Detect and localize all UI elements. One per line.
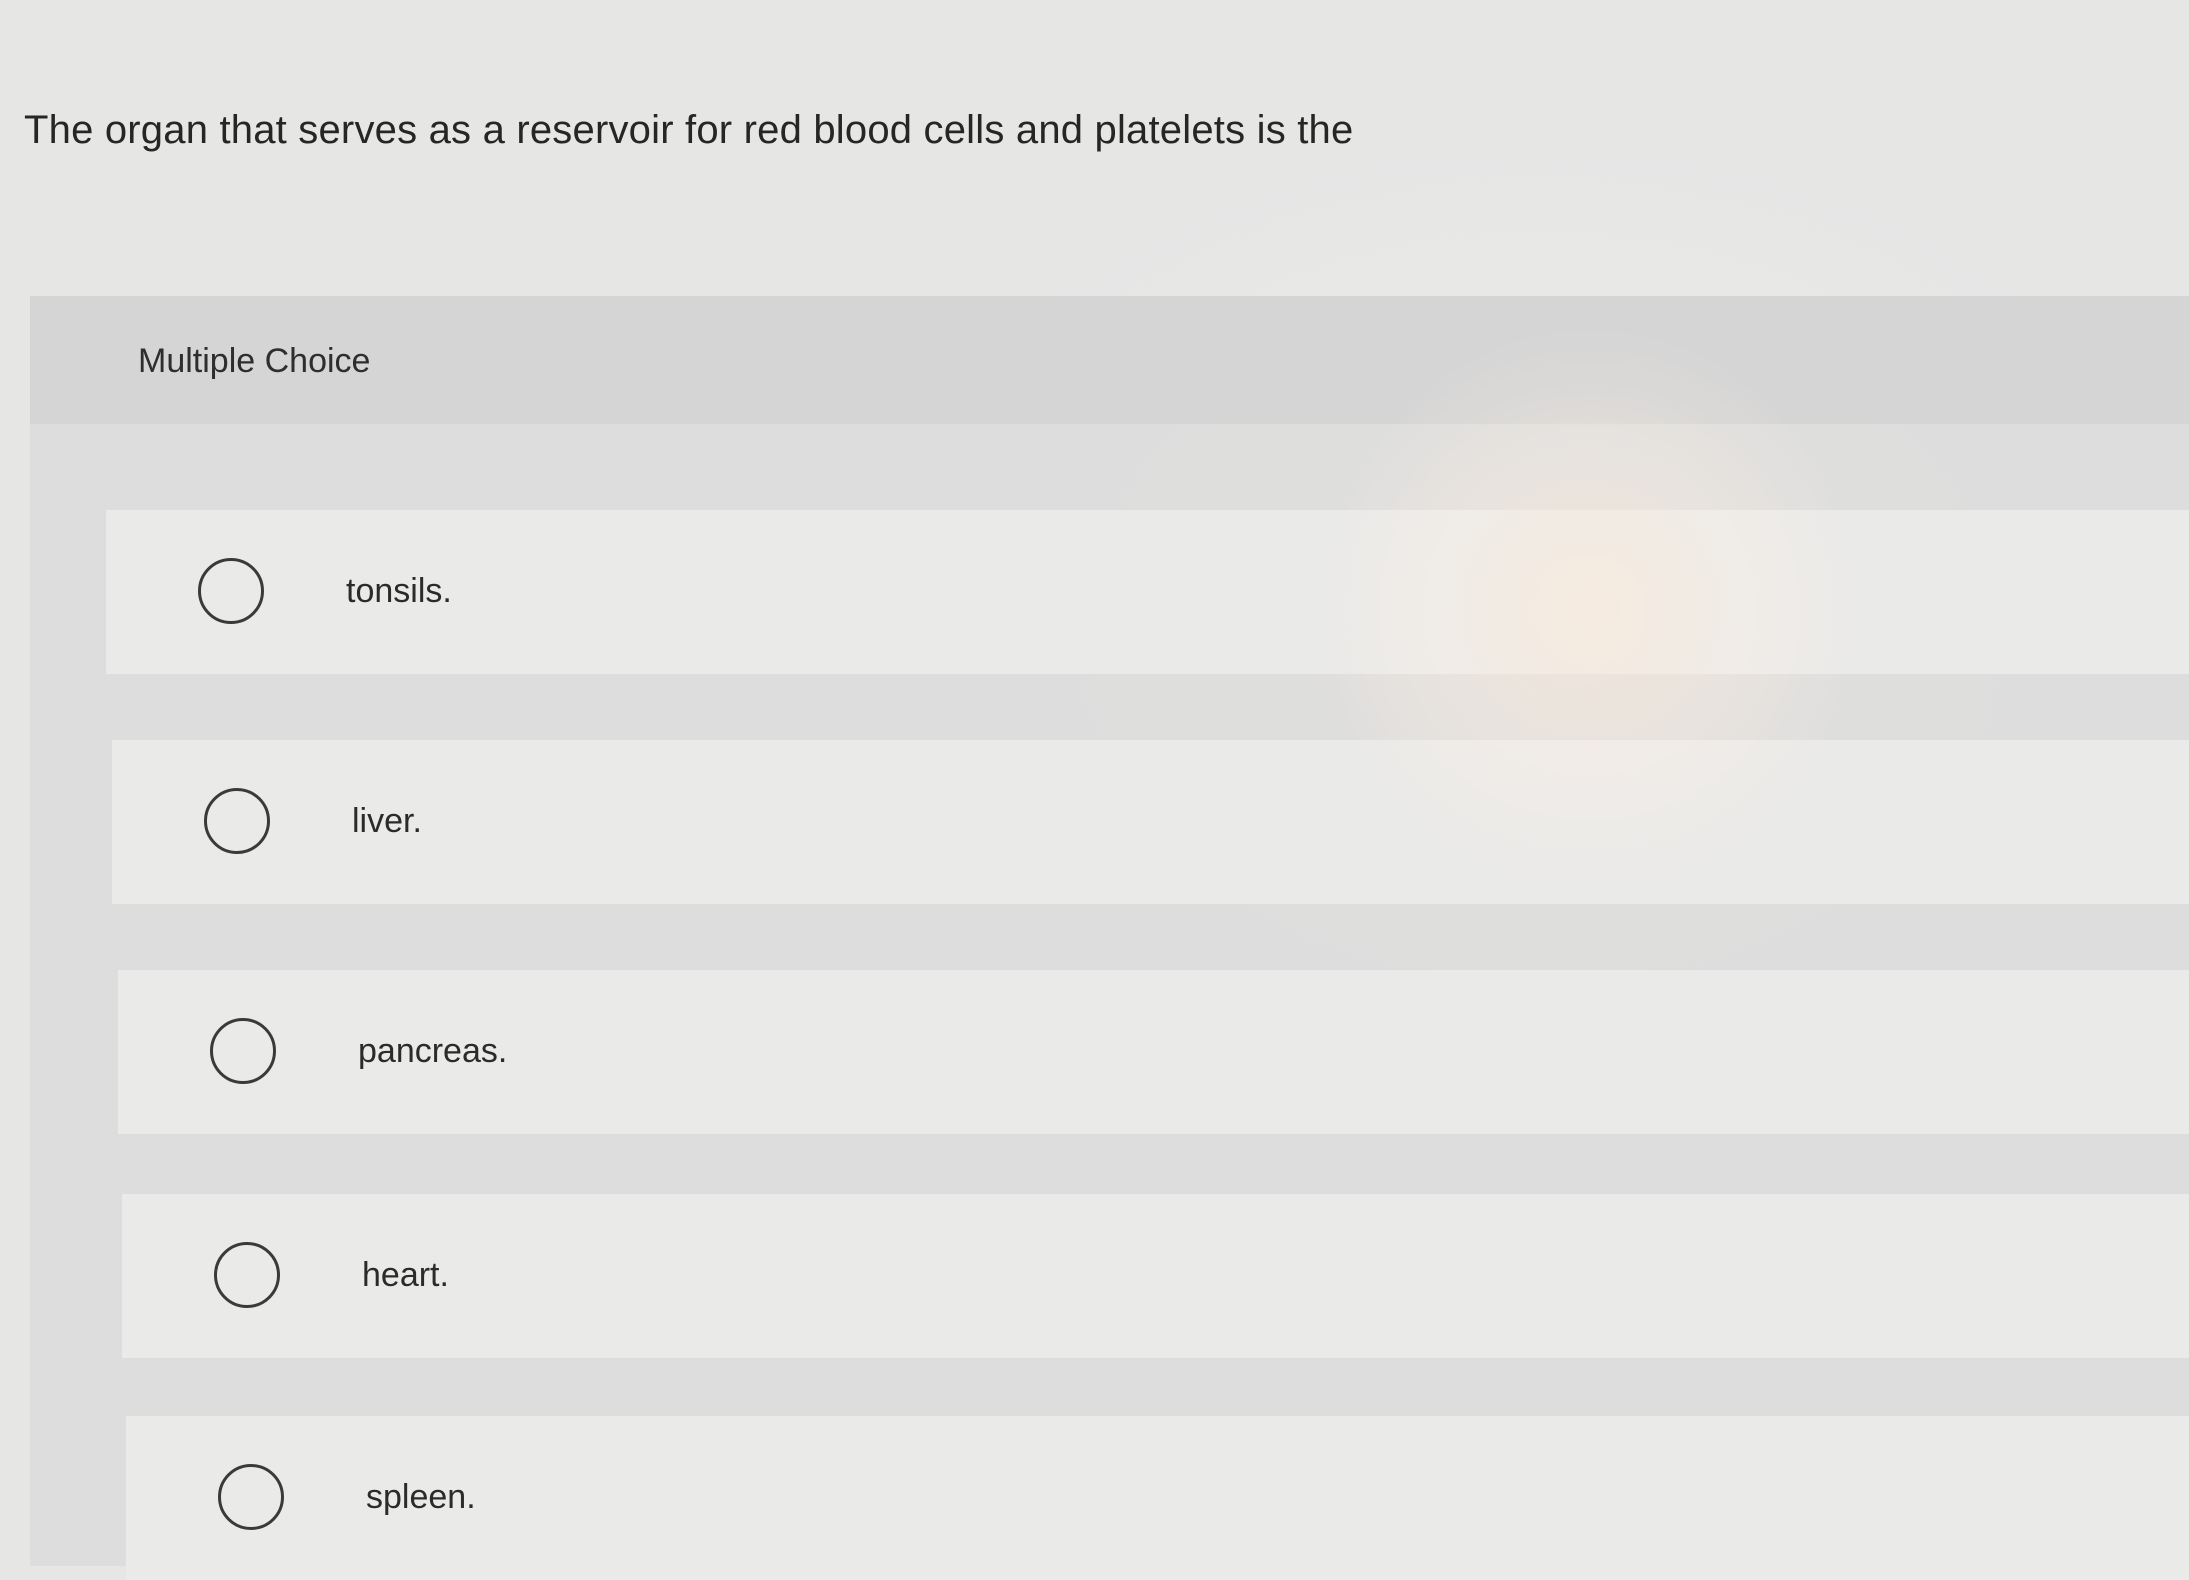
radio-button[interactable]: [218, 1464, 284, 1530]
radio-button[interactable]: [214, 1242, 280, 1308]
option-heart[interactable]: heart.: [122, 1194, 2189, 1358]
option-liver[interactable]: liver.: [112, 740, 2189, 904]
option-label: spleen.: [366, 1478, 476, 1516]
option-label: pancreas.: [358, 1032, 508, 1070]
multiple-choice-panel: Multiple Choice tonsils. liver. pancreas…: [30, 296, 2189, 1580]
radio-button[interactable]: [198, 558, 264, 624]
option-label: liver.: [352, 802, 422, 840]
option-tonsils[interactable]: tonsils.: [106, 510, 2189, 674]
option-label: tonsils.: [346, 572, 452, 610]
options-list: tonsils. liver. pancreas. heart. spleen.: [30, 296, 2189, 1580]
radio-button[interactable]: [204, 788, 270, 854]
option-label: heart.: [362, 1256, 449, 1294]
option-spleen[interactable]: spleen.: [126, 1416, 2189, 1580]
question-text: The organ that serves as a reservoir for…: [24, 108, 1354, 152]
radio-button[interactable]: [210, 1018, 276, 1084]
option-pancreas[interactable]: pancreas.: [118, 970, 2189, 1134]
